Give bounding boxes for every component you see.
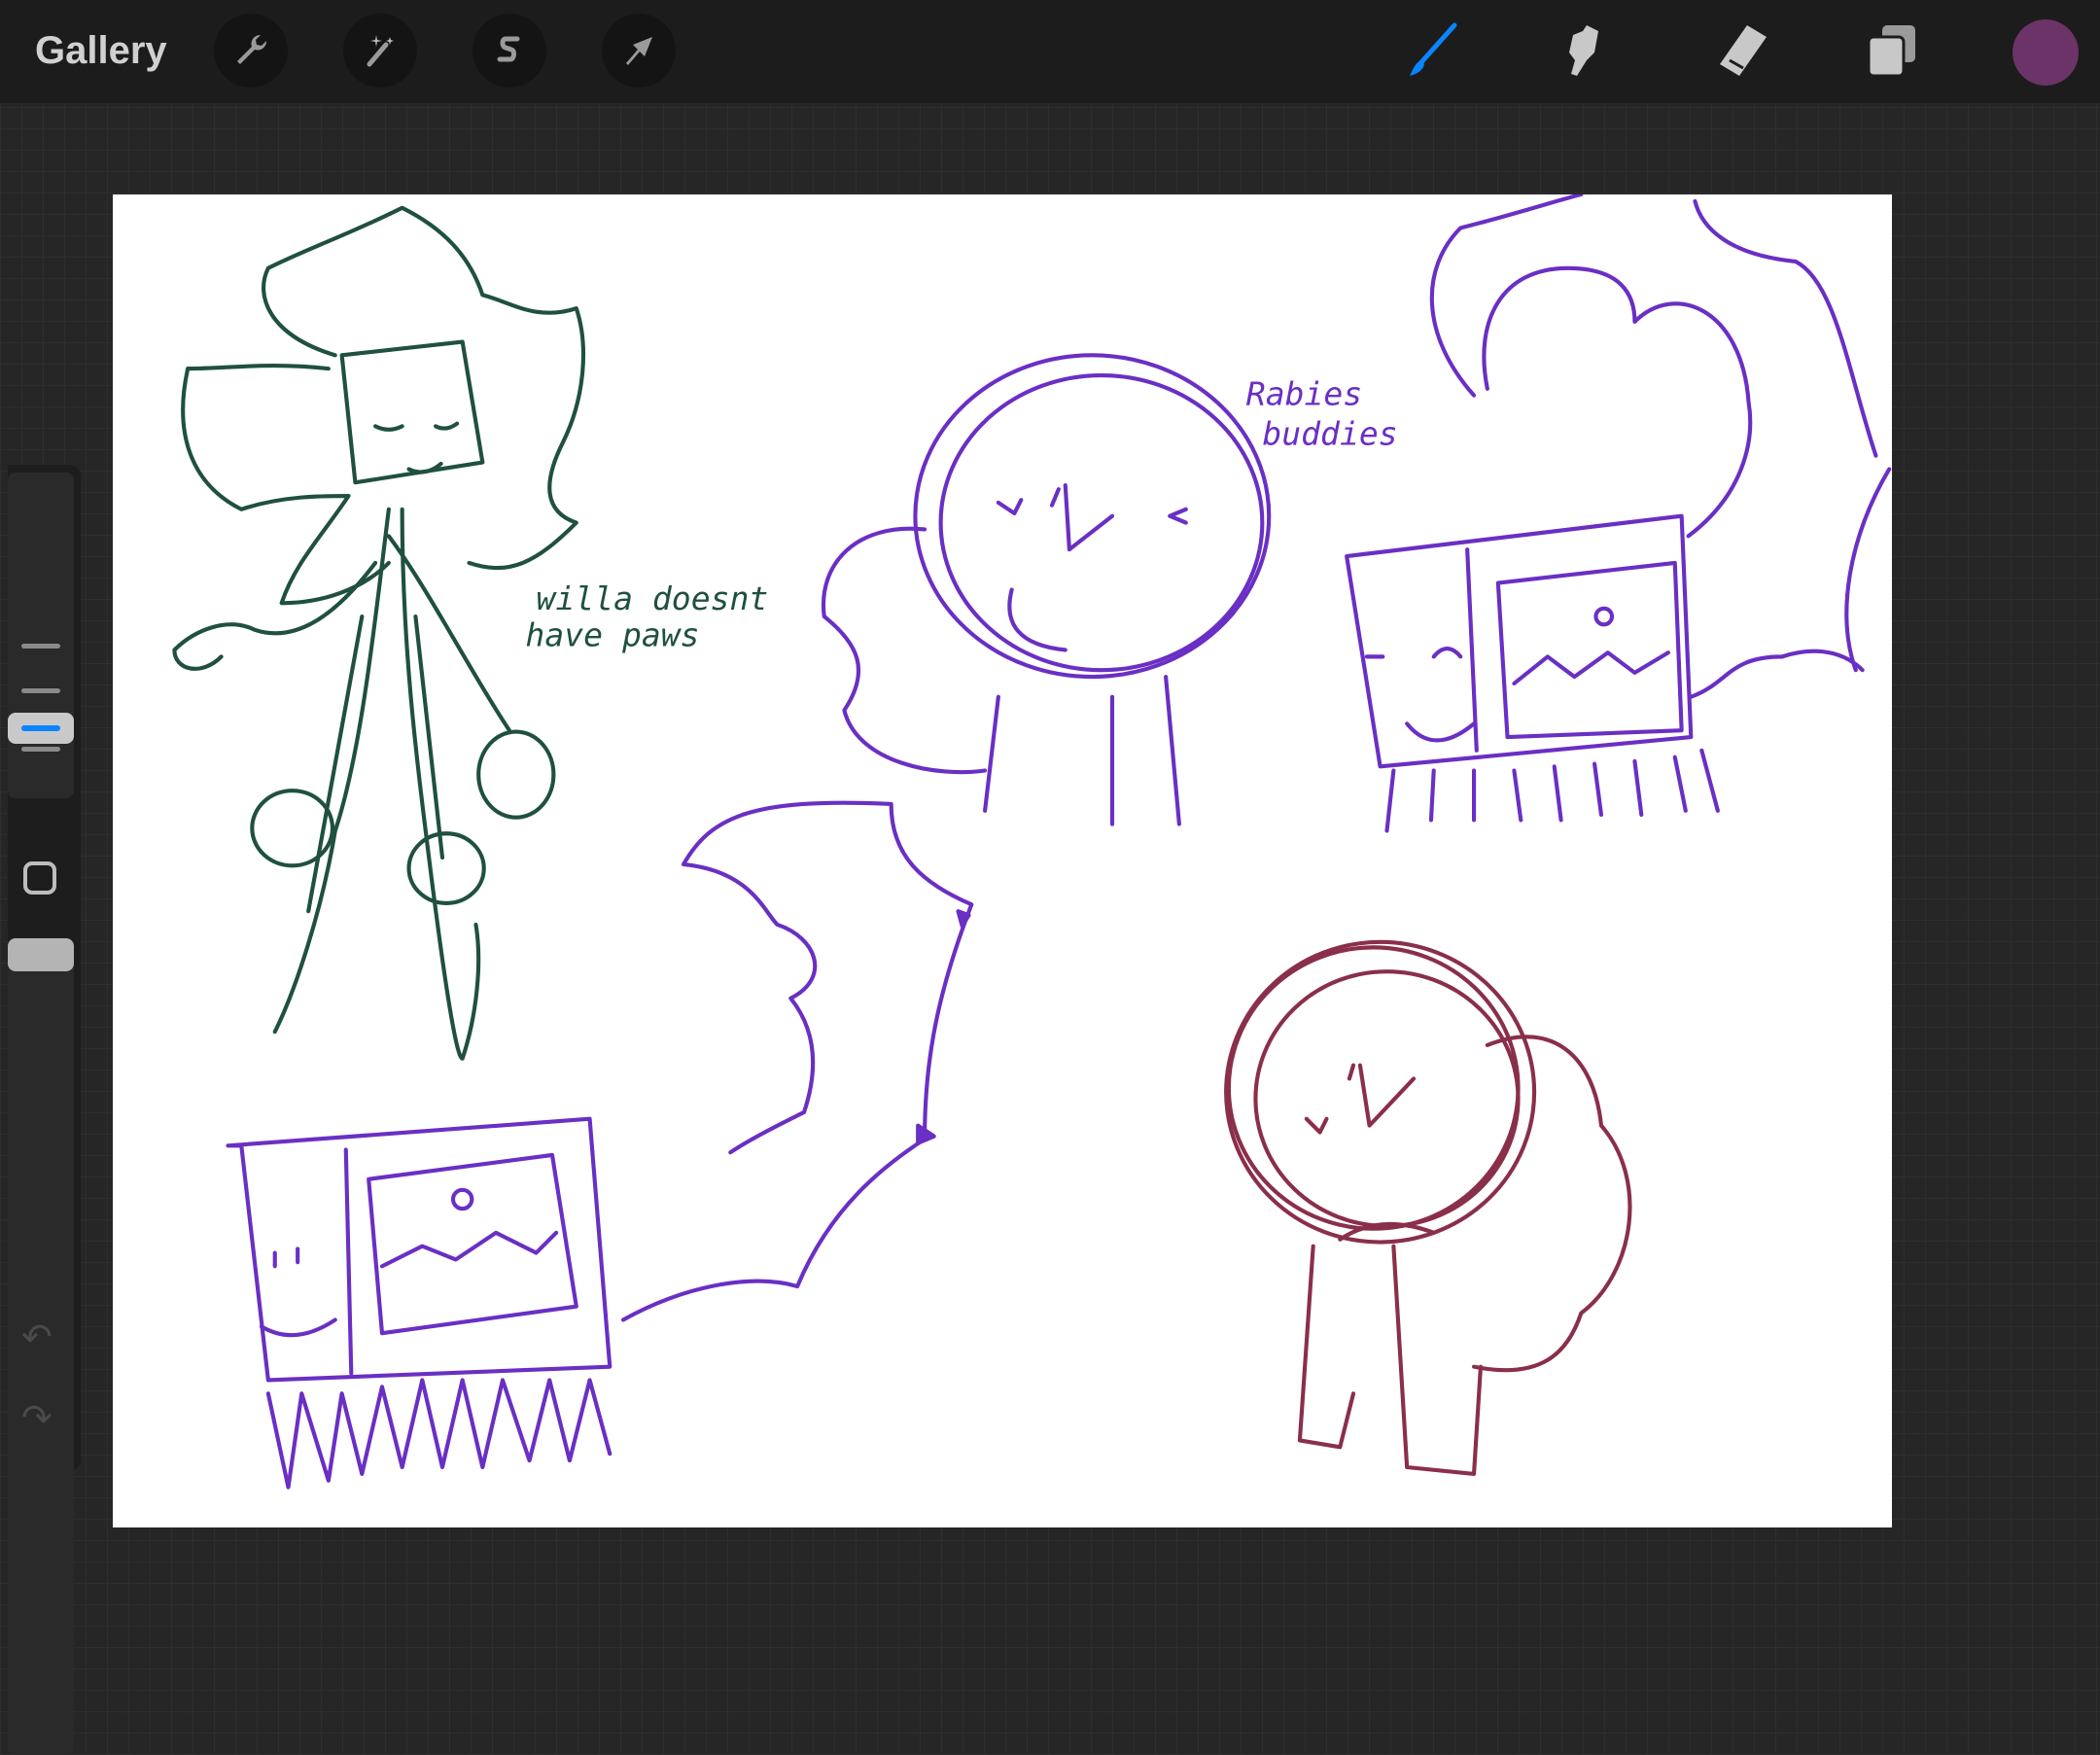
- brush-size-handle[interactable]: [8, 713, 74, 744]
- smudge-icon: [1569, 25, 1598, 76]
- brush-button[interactable]: [1396, 14, 1470, 88]
- transform-arrow-icon: [626, 37, 652, 65]
- smudge-button[interactable]: [1548, 14, 1622, 88]
- purple-clock-sketch: Rabies buddies: [821, 353, 1398, 826]
- layers-button[interactable]: [1855, 14, 1929, 88]
- magic-wand-icon: [367, 35, 394, 67]
- actions-button[interactable]: [214, 14, 288, 88]
- layers-icon: [1867, 25, 1915, 78]
- brush-size-slider[interactable]: [8, 473, 74, 798]
- brush-icon: [1410, 22, 1457, 76]
- wrench-icon: [237, 34, 267, 64]
- size-indicator: [21, 725, 60, 731]
- eraser-button[interactable]: [1702, 14, 1776, 88]
- left-sidebar: ↶ ↷: [8, 465, 81, 1755]
- gallery-button[interactable]: Gallery: [35, 29, 167, 73]
- purple-cloud-sketch: [620, 800, 974, 1322]
- selection-button[interactable]: [472, 14, 546, 88]
- adjustments-button[interactable]: [343, 14, 417, 88]
- size-tick: [21, 644, 60, 649]
- eraser-icon: [1720, 25, 1767, 76]
- note-willa-line1: willa doesnt: [536, 579, 768, 617]
- selection-icon: [497, 36, 520, 62]
- size-tick: [21, 688, 60, 693]
- purple-tv-top-sketch: [1345, 194, 1892, 833]
- color-picker-button[interactable]: [2012, 19, 2079, 86]
- size-tick: [21, 747, 60, 752]
- top-toolbar: Gallery: [0, 0, 2100, 103]
- note-rabies-line1: Rabies: [1246, 374, 1362, 412]
- redo-button[interactable]: ↷: [21, 1396, 52, 1440]
- undo-icon: ↶: [21, 1317, 52, 1358]
- note-willa-line2: have paws: [525, 615, 699, 653]
- undo-button[interactable]: ↶: [21, 1316, 52, 1359]
- purple-tv-bottom-sketch: [226, 1116, 612, 1490]
- note-rabies-line2: buddies: [1262, 415, 1397, 453]
- modify-button[interactable]: [23, 861, 56, 895]
- redo-icon: ↷: [21, 1398, 52, 1439]
- maroon-clock-sketch: [1224, 939, 1632, 1476]
- transform-button[interactable]: [602, 14, 676, 88]
- drawing-canvas[interactable]: willa doesnt have paws Rabies buddies: [113, 194, 1892, 1527]
- opacity-handle[interactable]: [8, 938, 74, 971]
- green-flower-sketch: willa doesnt have paws: [172, 205, 768, 1061]
